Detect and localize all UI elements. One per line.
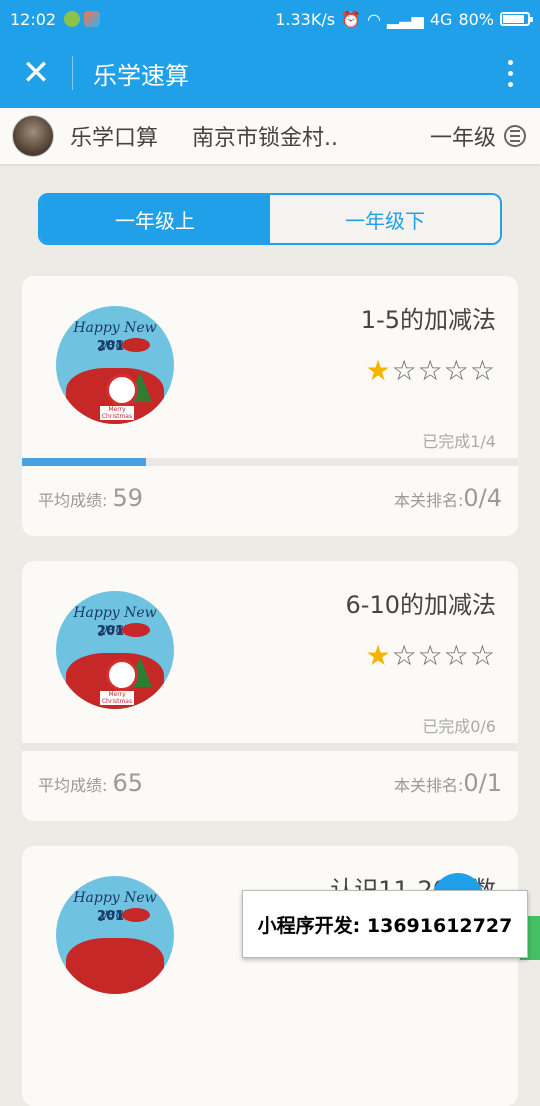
star-empty-icon: ☆ <box>469 354 496 387</box>
school-app-name: 乐学口算 <box>70 126 159 151</box>
status-right: 1.33K/s ⏰ ◠ ▂▃▅ 4G 80% <box>275 9 533 29</box>
level-rank-label: 本关排名: <box>393 491 464 510</box>
close-icon: ✕ <box>21 53 51 93</box>
badge-note: Merry Christmas <box>100 691 134 705</box>
lesson-badge-image: Happy New year 2017 Merry Christmas <box>56 591 174 709</box>
star-empty-icon: ☆ <box>417 354 444 387</box>
bow-decoration <box>122 908 150 922</box>
grade-label: 一年级 <box>429 126 496 151</box>
bow-decoration <box>122 623 150 637</box>
star-empty-icon: ☆ <box>391 639 418 672</box>
battery-percent: 80% <box>458 9 494 29</box>
star-empty-icon: ☆ <box>391 354 418 387</box>
lesson-badge-image: Happy New year 2017 Merry Christmas <box>56 306 174 424</box>
level-rank-value: 0/4 <box>463 484 502 512</box>
star-rating: ★☆☆☆☆ <box>365 639 496 672</box>
lesson-badge-image: Happy New year 2017 <box>56 876 174 994</box>
signal-icon: ▂▃▅ <box>386 9 424 29</box>
santa-decoration <box>106 659 138 691</box>
completion-status: 已完成1/4 <box>422 432 496 451</box>
star-rating: ★☆☆☆☆ <box>365 354 496 387</box>
header-divider <box>72 56 73 90</box>
wifi-icon: ◠ <box>366 9 381 29</box>
lesson-title: 1-5的加减法 <box>360 306 496 334</box>
tab-first-term[interactable]: 一年级上 <box>40 195 270 243</box>
network-speed: 1.33K/s <box>275 9 336 29</box>
level-rank-value: 0/1 <box>463 769 502 797</box>
promo-banner: 小程序开发: 13691612727 <box>242 890 528 958</box>
completion-status: 已完成0/6 <box>422 717 496 736</box>
average-score-value: 65 <box>112 769 144 797</box>
more-icon <box>507 59 513 65</box>
school-name: 南京市锁金村.. <box>192 126 339 151</box>
average-score-value: 59 <box>112 484 144 512</box>
star-empty-icon: ☆ <box>443 354 470 387</box>
lesson-card[interactable]: Happy New year 2017 Merry Christmas 6-10… <box>22 561 518 821</box>
progress-fill <box>22 458 146 466</box>
level-rank: 本关排名:0/1 <box>394 769 502 797</box>
badge-year: 2017 <box>96 624 134 639</box>
page-title: 乐学速算 <box>93 61 189 90</box>
status-time: 12:02 <box>10 9 57 29</box>
tab-second-term[interactable]: 一年级下 <box>270 195 500 243</box>
term-tabs: 一年级上 一年级下 <box>38 193 502 245</box>
gift-bag-decoration <box>66 938 164 994</box>
badge-year: 2017 <box>96 909 134 924</box>
average-score-label: 平均成绩: <box>38 491 108 510</box>
level-rank-label: 本关排名: <box>393 776 464 795</box>
santa-decoration <box>106 374 138 406</box>
star-filled-icon: ★ <box>365 639 392 672</box>
network-type: 4G <box>429 9 453 29</box>
average-score-label: 平均成绩: <box>38 776 108 795</box>
lesson-card[interactable]: Happy New year 2017 Merry Christmas 1-5的… <box>22 276 518 536</box>
app-header: ✕ 乐学速算 <box>0 38 540 108</box>
star-filled-icon: ★ <box>365 354 392 387</box>
bow-decoration <box>122 338 150 352</box>
lesson-title: 6-10的加减法 <box>345 591 496 619</box>
alarm-icon: ⏰ <box>341 9 361 29</box>
badge-note: Merry Christmas <box>100 406 134 420</box>
progress-bar <box>22 743 518 751</box>
school-bar: 乐学口算 南京市锁金村.. 一年级 <box>0 108 540 164</box>
list-menu-icon <box>504 125 526 147</box>
badge-year: 2017 <box>96 339 134 354</box>
star-empty-icon: ☆ <box>443 639 470 672</box>
status-bar: 12:02 1.33K/s ⏰ ◠ ▂▃▅ 4G 80% <box>0 0 540 38</box>
more-menu-button[interactable] <box>480 38 540 108</box>
app-notification-icon <box>84 11 101 27</box>
star-empty-icon: ☆ <box>417 639 444 672</box>
notification-icon <box>64 11 81 27</box>
avatar[interactable] <box>12 115 54 157</box>
battery-icon <box>500 12 533 26</box>
progress-bar <box>22 458 518 466</box>
star-empty-icon: ☆ <box>469 639 496 672</box>
average-score: 平均成绩: 59 <box>38 484 143 512</box>
close-button[interactable]: ✕ <box>0 38 72 108</box>
level-rank: 本关排名:0/4 <box>394 484 502 512</box>
average-score: 平均成绩: 65 <box>38 769 143 797</box>
grade-selector[interactable]: 一年级 <box>430 120 526 152</box>
